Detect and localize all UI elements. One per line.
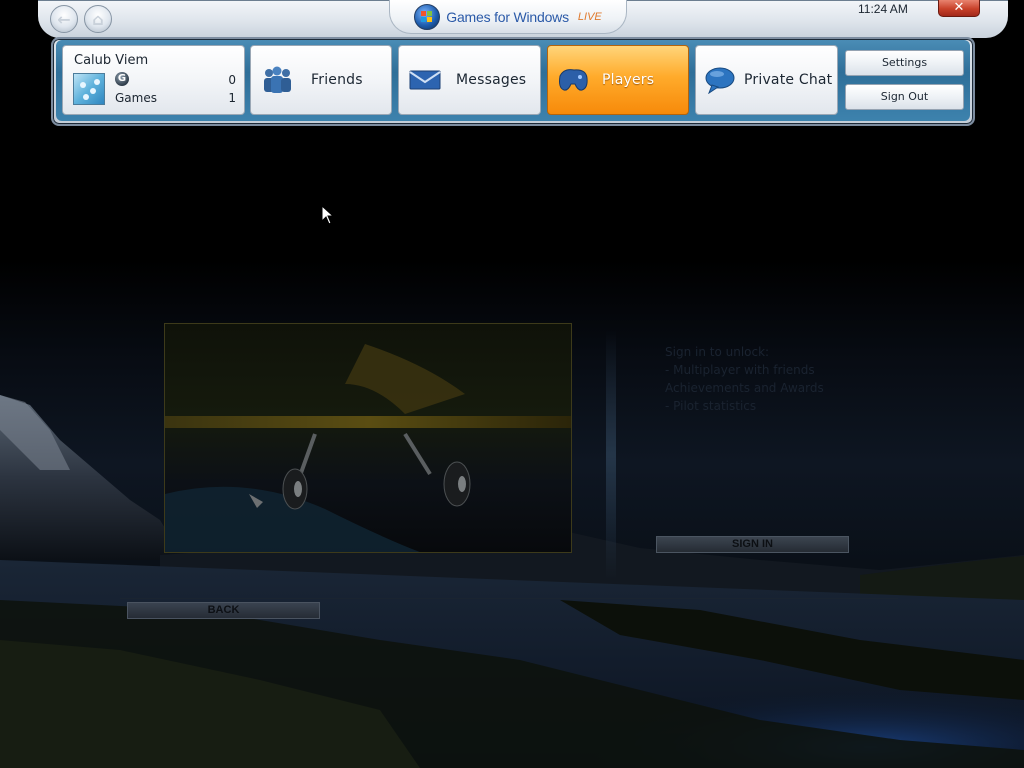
gamerscore-value: 0 bbox=[228, 73, 236, 87]
light-beam bbox=[606, 330, 616, 580]
controller-icon bbox=[559, 69, 588, 91]
tab-messages[interactable]: Messages bbox=[398, 45, 541, 115]
feature-line: - Multiplayer with friends bbox=[665, 363, 815, 377]
divider bbox=[120, 598, 898, 599]
tab-private-chat[interactable]: Private Chat bbox=[695, 45, 838, 115]
windows-orb-icon bbox=[414, 3, 441, 30]
gamertag: Calub Viem bbox=[74, 53, 149, 68]
envelope-icon bbox=[409, 70, 441, 90]
avatar bbox=[73, 73, 105, 105]
home-icon[interactable]: ⌂ bbox=[84, 5, 112, 33]
tab-messages-label: Messages bbox=[456, 72, 527, 88]
mouse-cursor-icon bbox=[321, 205, 335, 225]
logo-text: Games for Windows bbox=[446, 8, 569, 25]
tab-players[interactable]: Players bbox=[547, 45, 689, 115]
feature-line: Achievements and Awards bbox=[665, 381, 824, 395]
back-arrow-icon[interactable]: ← bbox=[50, 5, 78, 33]
games-count: 1 bbox=[228, 91, 236, 105]
tab-friends-label: Friends bbox=[311, 72, 363, 88]
close-button[interactable]: ✕ bbox=[938, 0, 980, 17]
gamerscore-icon: G bbox=[115, 72, 129, 86]
logo-live-text: LIVE bbox=[577, 10, 602, 23]
aircraft-artwork bbox=[165, 344, 571, 552]
feature-list: Sign in to unlock: - Multiplayer with fr… bbox=[665, 343, 824, 415]
back-button[interactable]: BACK bbox=[127, 602, 320, 619]
sign-in-button[interactable]: SIGN IN bbox=[656, 536, 849, 553]
sign-out-button[interactable]: Sign Out bbox=[845, 84, 964, 110]
tab-private-chat-label: Private Chat bbox=[744, 72, 833, 88]
tab-friends[interactable]: Friends bbox=[250, 45, 392, 115]
aircraft-preview-image bbox=[164, 323, 572, 553]
games-label: Games bbox=[115, 91, 157, 105]
feature-line: Sign in to unlock: bbox=[665, 345, 770, 359]
settings-button[interactable]: Settings bbox=[845, 50, 964, 76]
games-for-windows-logo: Games for Windows LIVE bbox=[389, 0, 627, 34]
tab-players-label: Players bbox=[602, 72, 655, 88]
chat-bubble-icon bbox=[705, 67, 735, 94]
feature-line: - Pilot statistics bbox=[665, 399, 757, 413]
clock: 11:24 AM bbox=[858, 2, 908, 16]
friends-icon bbox=[264, 66, 291, 93]
